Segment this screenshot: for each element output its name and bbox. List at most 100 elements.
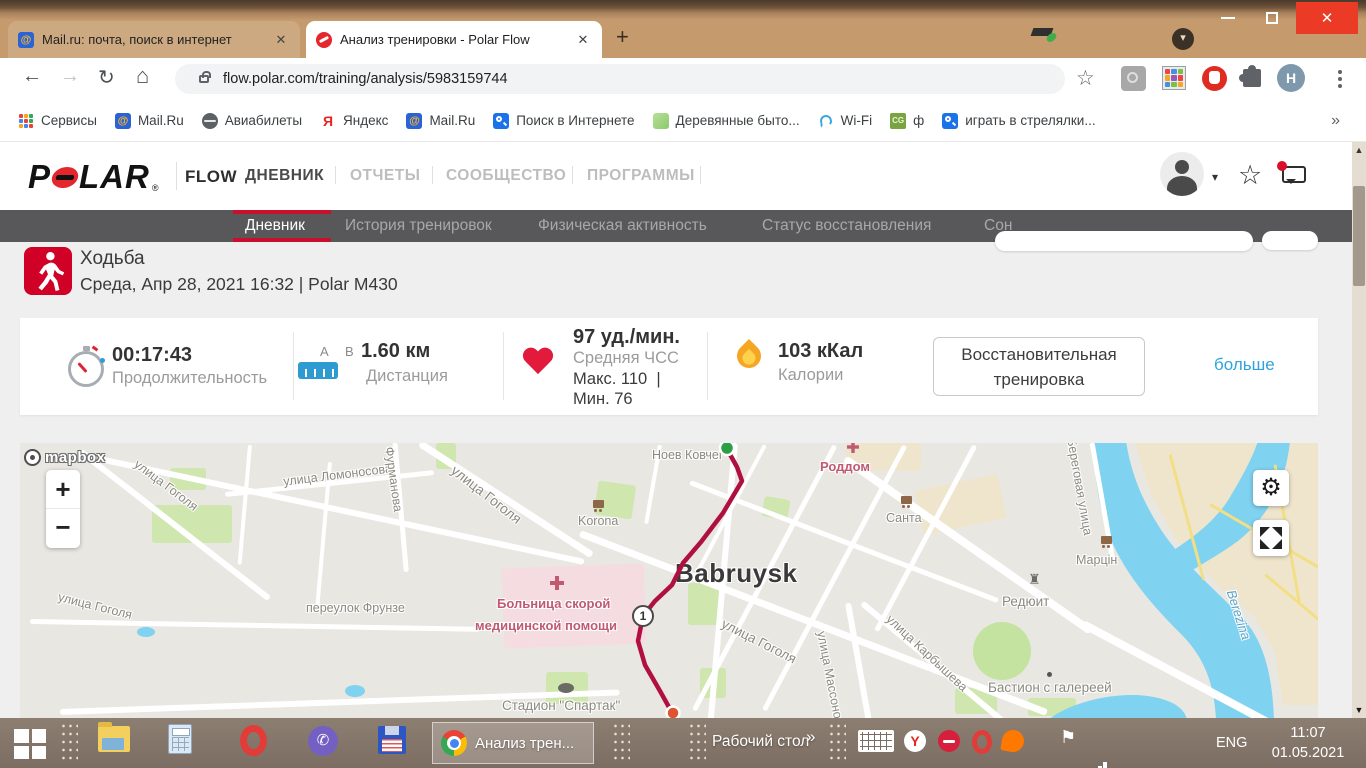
extensions-puzzle-icon[interactable] (1239, 65, 1261, 87)
scroll-up-icon[interactable]: ▲ (1352, 145, 1366, 155)
polar-favicon-icon (316, 31, 332, 48)
minimize-button[interactable] (1208, 2, 1248, 34)
zoom-out-button[interactable]: − (46, 509, 80, 545)
maximize-button[interactable] (1252, 2, 1292, 34)
taskbar-grip (828, 722, 846, 764)
map-settings-button[interactable]: ⚙ (1253, 470, 1289, 506)
adblock-icon[interactable] (1202, 66, 1227, 91)
tab-search-icon[interactable]: ▾ (1172, 28, 1194, 50)
taskbar-overflow-icon[interactable]: » (806, 727, 815, 747)
subnav-physical-activity[interactable]: Физическая активность (538, 217, 707, 235)
extension-grid-icon[interactable] (1162, 66, 1186, 90)
bookmark-services[interactable]: Сервисы (18, 113, 97, 129)
close-tab-icon[interactable]: ✕ (272, 32, 290, 48)
forward-icon[interactable]: → (60, 65, 80, 88)
mapbox-icon (24, 449, 41, 466)
bookmark-avia[interactable]: Авиабилеты (201, 112, 302, 129)
nav-diary[interactable]: ДНЕВНИК (245, 167, 324, 185)
nav-programs[interactable]: ПРОГРАММЫ (587, 167, 695, 185)
subnav-training-history[interactable]: История тренировок (345, 217, 492, 235)
close-tab-icon[interactable]: ✕ (574, 32, 592, 48)
screen: @ Mail.ru: почта, поиск в интернет ✕ Ана… (0, 0, 1366, 768)
file-explorer-icon[interactable] (98, 722, 130, 752)
clock[interactable]: 11:07 01.05.2021 (1268, 723, 1348, 763)
browser-menu-icon[interactable] (1338, 70, 1342, 74)
activity-datetime: Среда, Апр 28, 2021 16:32 | Polar M430 (80, 274, 398, 294)
route-map[interactable]: ♜ улица Гоголя улица Ломоносова Фурманов… (20, 443, 1318, 718)
close-window-button[interactable]: ✕ (1296, 2, 1358, 34)
url-text[interactable]: flow.polar.com/training/analysis/5983159… (223, 71, 508, 87)
bookmark-mailru[interactable]: @ Mail.Ru (114, 112, 184, 129)
nav-community[interactable]: СООБЩЕСТВО (446, 167, 566, 185)
mailru-favicon-icon: @ (18, 31, 34, 48)
tab-polar-flow[interactable]: Анализ тренировки - Polar Flow ✕ (306, 21, 602, 58)
network-signal-icon[interactable] (1088, 760, 1110, 768)
bookmark-mailru-2[interactable]: @ Mail.Ru (406, 112, 475, 129)
zoom-in-button[interactable]: + (46, 470, 80, 509)
viber-icon[interactable]: ✆ (308, 726, 338, 756)
touch-keyboard-icon[interactable] (858, 730, 894, 752)
reload-icon[interactable]: ↻ (98, 65, 115, 90)
desktop-toolbar-label[interactable]: Рабочий стол (712, 733, 809, 751)
back-icon[interactable]: ← (22, 65, 42, 88)
ruler-icon (298, 362, 338, 379)
search-box[interactable] (995, 231, 1253, 251)
calculator-icon[interactable] (168, 724, 192, 754)
bookmark-wifi[interactable]: Wi-Fi (818, 113, 872, 129)
notifications-icon[interactable] (1277, 161, 1306, 184)
bookmark-shooter-games[interactable]: играть в стрелялки... (942, 112, 1096, 129)
more-link[interactable]: больше (1214, 355, 1275, 375)
heart-icon (522, 348, 554, 377)
max-hr: Макс. 110 | (573, 370, 661, 388)
tab-mailru[interactable]: @ Mail.ru: почта, поиск в интернет ✕ (8, 21, 300, 58)
subnav-recovery-status[interactable]: Статус восстановления (762, 217, 931, 235)
fullscreen-button[interactable] (1253, 520, 1289, 556)
home-icon[interactable]: ⌂ (136, 63, 149, 89)
education-tray-icon[interactable] (1030, 28, 1058, 42)
opera-icon[interactable] (240, 725, 267, 756)
search-button[interactable] (1262, 231, 1318, 250)
start-button[interactable] (14, 729, 46, 759)
wifi-icon (818, 113, 834, 129)
polar-tray-icon[interactable] (938, 730, 960, 752)
km-marker: 1 (632, 605, 654, 627)
address-bar[interactable]: flow.polar.com/training/analysis/5983159… (175, 64, 1065, 94)
walking-sport-icon (24, 247, 72, 295)
page-scrollbar[interactable]: ▲ ▼ (1352, 142, 1366, 718)
tab-strip: @ Mail.ru: почта, поиск в интернет ✕ Ана… (0, 0, 1366, 58)
bookmark-yandex[interactable]: Я Яндекс (320, 112, 388, 129)
training-benefit-badge: Восстановительная тренировка (933, 337, 1145, 396)
extension-icon[interactable] (1121, 66, 1146, 91)
point-b-label: B (345, 344, 354, 359)
active-task-chrome[interactable]: Анализ трен... (432, 722, 594, 764)
language-indicator[interactable]: ENG (1216, 735, 1247, 751)
yandex-tray-icon[interactable]: Y (904, 730, 926, 752)
polar-logo[interactable]: P LAR ® (28, 158, 159, 196)
bookmark-cg[interactable]: CG ф (890, 112, 924, 129)
opera-tray-icon[interactable] (972, 730, 992, 754)
scrollbar-thumb[interactable] (1353, 186, 1365, 286)
bookmark-wooden[interactable]: Деревянные быто... (652, 112, 800, 129)
subnav-diary[interactable]: Дневник (245, 217, 305, 235)
favorites-star-icon[interactable]: ☆ (1238, 160, 1262, 191)
avatar-caret-icon[interactable]: ▾ (1212, 170, 1218, 184)
bookmark-star-icon[interactable]: ☆ (1076, 66, 1095, 91)
mapbox-logo[interactable]: mapbox (24, 449, 106, 466)
bookmarks-overflow-icon[interactable]: » (1331, 112, 1340, 130)
new-tab-button[interactable]: + (616, 24, 629, 50)
distance-label: Дистанция (366, 367, 448, 385)
yandex-icon: Я (320, 112, 337, 129)
bookmark-search[interactable]: Поиск в Интернете (493, 112, 635, 129)
profile-avatar[interactable]: H (1277, 64, 1305, 92)
flag-tray-icon[interactable]: ⚑ (1060, 727, 1076, 748)
lock-icon (199, 71, 211, 83)
search-icon (942, 112, 959, 129)
user-avatar[interactable] (1160, 152, 1204, 196)
nav-reports[interactable]: ОТЧЕТЫ (350, 167, 420, 185)
date: 01.05.2021 (1271, 745, 1345, 761)
globe-icon (201, 112, 218, 129)
scroll-down-icon[interactable]: ▼ (1352, 705, 1366, 715)
taskbar-grip (688, 722, 706, 764)
mailru-icon: @ (114, 112, 131, 129)
save-notes-icon[interactable] (378, 726, 406, 754)
